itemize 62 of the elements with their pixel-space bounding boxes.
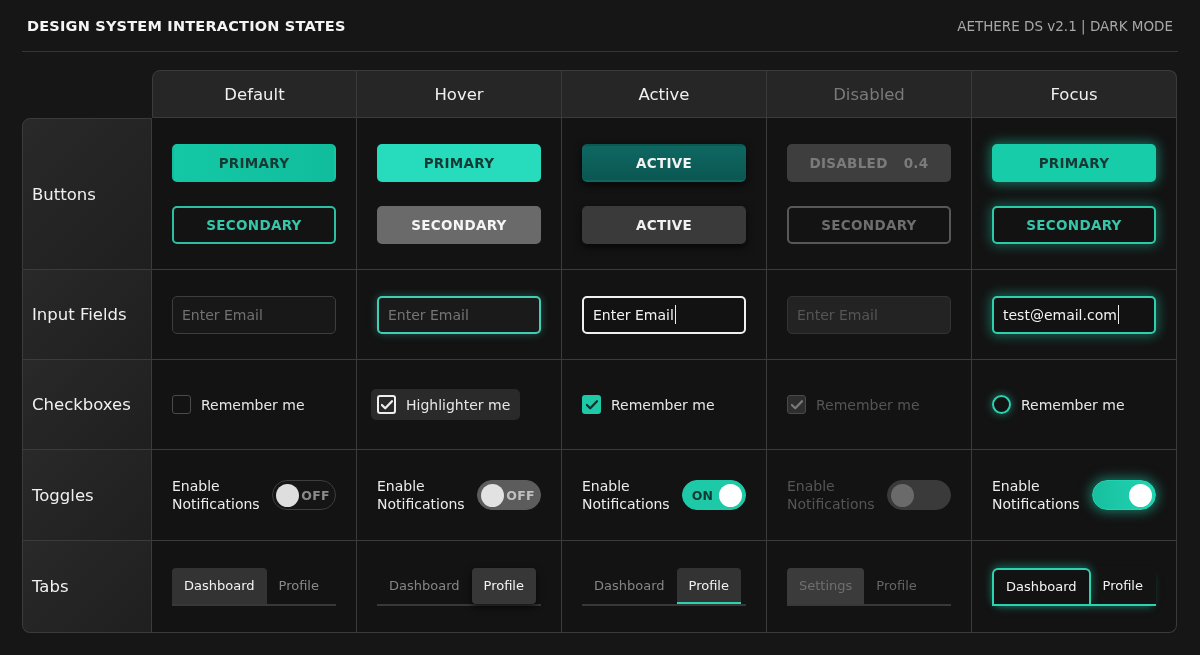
check-icon — [380, 398, 393, 411]
page-title: DESIGN SYSTEM INTERACTION STATES — [27, 17, 346, 34]
tab[interactable]: Profile — [471, 567, 536, 604]
check-icon — [790, 398, 803, 411]
tab[interactable]: Profile — [1090, 567, 1155, 604]
secondary-button[interactable]: ACTIVE — [582, 205, 746, 244]
checkbox-label: Remember me — [816, 396, 920, 413]
version-label: AETHERE DS v2.1 | DARK MODE — [957, 17, 1173, 34]
toggle-label: Enable Notifications — [582, 477, 671, 513]
secondary-button[interactable]: SECONDARY — [377, 205, 541, 244]
toggle-label: Enable Notifications — [172, 477, 261, 513]
toggle-switch[interactable]: OFF — [272, 480, 336, 510]
checkbox-label: Remember me — [201, 396, 305, 413]
knob-icon — [1129, 483, 1152, 507]
toggle-switch[interactable]: OFF — [477, 480, 541, 510]
tab[interactable]: Dashboard — [172, 567, 267, 604]
tab[interactable]: Dashboard — [992, 567, 1091, 604]
checkbox[interactable] — [172, 395, 191, 414]
email-field[interactable]: Enter Email — [172, 295, 336, 334]
column-header: Hover — [357, 70, 562, 118]
column-header: Active — [562, 70, 767, 118]
knob-icon — [891, 483, 914, 507]
knob-icon — [481, 483, 504, 507]
opacity-value: 0.4 — [903, 154, 929, 171]
row-label: Toggles — [22, 450, 152, 541]
checkbox-label: Remember me — [1021, 396, 1125, 413]
email-field[interactable]: test@email.com — [992, 295, 1156, 334]
column-header: Focus — [972, 70, 1177, 118]
secondary-button[interactable]: SECONDARY — [787, 205, 951, 244]
primary-button[interactable]: ACTIVE — [582, 143, 746, 182]
toggle-label: Enable Notifications — [787, 477, 876, 513]
email-field[interactable]: Enter Email — [582, 295, 746, 334]
email-field[interactable]: Enter Email — [377, 295, 541, 334]
checkbox[interactable] — [787, 395, 806, 414]
toggle-switch[interactable] — [1092, 480, 1156, 510]
tab[interactable]: Profile — [676, 567, 741, 604]
row-label: Tabs — [22, 541, 152, 633]
checkbox-label: Remember me — [611, 396, 715, 413]
toggle-label: Enable Notifications — [377, 477, 466, 513]
knob-icon — [719, 483, 742, 507]
primary-button[interactable]: PRIMARY — [377, 143, 541, 182]
checkbox-label: Highlighter me — [406, 396, 511, 413]
tab[interactable]: Dashboard — [582, 567, 677, 604]
column-header: Disabled — [767, 70, 972, 118]
row-label: Checkboxes — [22, 360, 152, 450]
toggle-label: Enable Notifications — [992, 477, 1081, 513]
row-label: Buttons — [22, 118, 152, 270]
checkbox[interactable] — [582, 395, 601, 414]
row-label: Input Fields — [22, 270, 152, 360]
column-header: Default — [152, 70, 357, 118]
knob-icon — [276, 483, 299, 507]
tab[interactable]: Profile — [266, 567, 331, 604]
secondary-button[interactable]: SECONDARY — [992, 205, 1156, 244]
checkbox[interactable] — [992, 395, 1011, 414]
primary-button[interactable]: PRIMARY — [992, 143, 1156, 182]
toggle-switch[interactable] — [887, 480, 951, 510]
toggle-switch[interactable]: ON — [682, 480, 746, 510]
secondary-button[interactable]: SECONDARY — [172, 205, 336, 244]
tab[interactable]: Profile — [864, 567, 929, 604]
check-icon — [585, 398, 598, 411]
tab[interactable]: Dashboard — [377, 567, 472, 604]
primary-button[interactable]: PRIMARY — [172, 143, 336, 182]
